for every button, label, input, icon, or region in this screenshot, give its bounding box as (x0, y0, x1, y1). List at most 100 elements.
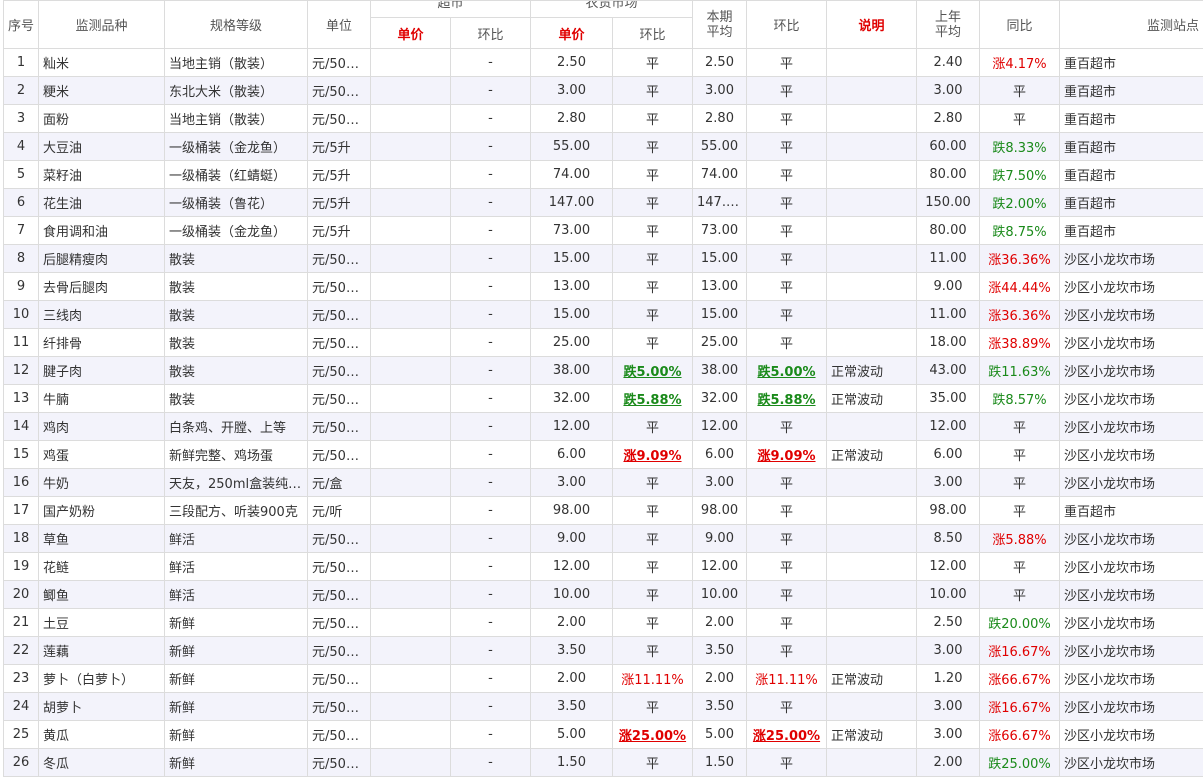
row-unit: 元/500克 (308, 245, 371, 273)
row-unit: 元/500克 (308, 77, 371, 105)
row-site: 沙区小龙坎市场 (1060, 609, 1203, 637)
row-site: 重百超市 (1060, 189, 1203, 217)
row-sm-mom: - (451, 217, 531, 245)
row-period-avg: 9.00 (693, 525, 747, 553)
table-row: 9去骨后腿肉散装元/500克-13.00平13.00平9.00涨44.44%沙区… (4, 273, 1203, 301)
row-unit: 元/500克 (308, 441, 371, 469)
row-spec: 新鲜 (165, 721, 308, 749)
row-item: 鲫鱼 (39, 581, 165, 609)
row-sm-price (371, 441, 451, 469)
header-sm-price: 单价 (371, 18, 451, 49)
row-period-avg: 3.50 (693, 637, 747, 665)
header-item: 监测品种 (39, 1, 165, 49)
row-sm-mom: - (451, 665, 531, 693)
row-spec: 一级桶装（金龙鱼） (165, 133, 308, 161)
row-last-year-avg: 18.00 (917, 329, 980, 357)
row-site: 重百超市 (1060, 217, 1203, 245)
table-row: 10三线肉散装元/500克-15.00平15.00平11.00涨36.36%沙区… (4, 301, 1203, 329)
row-item: 腱子肉 (39, 357, 165, 385)
row-fm-price: 2.50 (531, 49, 613, 77)
row-yoy: 涨5.88% (980, 525, 1060, 553)
row-mom: 平 (747, 497, 827, 525)
row-site: 沙区小龙坎市场 (1060, 581, 1203, 609)
row-site: 沙区小龙坎市场 (1060, 357, 1203, 385)
row-mom: 平 (747, 245, 827, 273)
row-fm-mom: 平 (613, 133, 693, 161)
row-last-year-avg: 2.00 (917, 749, 980, 777)
row-sm-price (371, 609, 451, 637)
header-last-year-avg: 上年 平均 (917, 1, 980, 49)
row-yoy: 涨16.67% (980, 693, 1060, 721)
row-seq: 8 (4, 245, 39, 273)
row-note (827, 497, 917, 525)
row-period-avg: 55.00 (693, 133, 747, 161)
row-yoy: 涨38.89% (980, 329, 1060, 357)
row-unit: 元/500克 (308, 301, 371, 329)
header-unit: 单位 (308, 1, 371, 49)
row-note: 正常波动 (827, 721, 917, 749)
table-row: 12腱子肉散装元/500克-38.00跌5.00%38.00跌5.00%正常波动… (4, 357, 1203, 385)
row-fm-price: 9.00 (531, 525, 613, 553)
row-site: 沙区小龙坎市场 (1060, 637, 1203, 665)
table-row: 23萝卜（白萝卜）新鲜元/500克-2.00涨11.11%2.00涨11.11%… (4, 665, 1203, 693)
row-site: 沙区小龙坎市场 (1060, 721, 1203, 749)
row-site: 沙区小龙坎市场 (1060, 693, 1203, 721)
row-site: 重百超市 (1060, 77, 1203, 105)
row-fm-price: 38.00 (531, 357, 613, 385)
row-unit: 元/500克 (308, 273, 371, 301)
row-fm-price: 3.00 (531, 469, 613, 497)
row-seq: 10 (4, 301, 39, 329)
row-note: 正常波动 (827, 357, 917, 385)
row-spec: 新鲜 (165, 637, 308, 665)
header-supermarket: 超市 (371, 1, 531, 18)
row-note (827, 49, 917, 77)
row-sm-price (371, 749, 451, 777)
row-last-year-avg: 35.00 (917, 385, 980, 413)
table-row: 26冬瓜新鲜元/500克-1.50平1.50平2.00跌25.00%沙区小龙坎市… (4, 749, 1203, 777)
row-item: 菜籽油 (39, 161, 165, 189)
row-last-year-avg: 3.00 (917, 693, 980, 721)
row-yoy: 涨16.67% (980, 637, 1060, 665)
row-note (827, 133, 917, 161)
row-sm-mom: - (451, 721, 531, 749)
row-fm-mom: 跌5.88% (613, 385, 693, 413)
row-seq: 13 (4, 385, 39, 413)
table-row: 8后腿精瘦肉散装元/500克-15.00平15.00平11.00涨36.36%沙… (4, 245, 1203, 273)
table-row: 16牛奶天友，250ml盒装纯牛...元/盒-3.00平3.00平3.00平沙区… (4, 469, 1203, 497)
row-note (827, 553, 917, 581)
row-mom: 跌5.00% (747, 357, 827, 385)
row-mom: 平 (747, 525, 827, 553)
row-item: 草鱼 (39, 525, 165, 553)
row-sm-price (371, 497, 451, 525)
row-note (827, 105, 917, 133)
row-yoy: 跌2.00% (980, 189, 1060, 217)
row-last-year-avg: 2.80 (917, 105, 980, 133)
row-mom: 平 (747, 273, 827, 301)
row-spec: 东北大米（散装） (165, 77, 308, 105)
row-fm-mom: 平 (613, 245, 693, 273)
row-yoy: 跌20.00% (980, 609, 1060, 637)
row-seq: 1 (4, 49, 39, 77)
row-site: 沙区小龙坎市场 (1060, 273, 1203, 301)
row-site: 重百超市 (1060, 49, 1203, 77)
row-spec: 三段配方、听装900克 (165, 497, 308, 525)
row-last-year-avg: 9.00 (917, 273, 980, 301)
header-yoy: 同比 (980, 1, 1060, 49)
row-seq: 9 (4, 273, 39, 301)
row-sm-mom: - (451, 469, 531, 497)
row-site: 沙区小龙坎市场 (1060, 385, 1203, 413)
row-sm-mom: - (451, 749, 531, 777)
row-unit: 元/500克 (308, 609, 371, 637)
row-period-avg: 6.00 (693, 441, 747, 469)
row-spec: 散装 (165, 273, 308, 301)
row-sm-price (371, 665, 451, 693)
row-mom: 平 (747, 49, 827, 77)
row-sm-price (371, 133, 451, 161)
row-seq: 11 (4, 329, 39, 357)
row-sm-mom: - (451, 581, 531, 609)
row-mom: 平 (747, 749, 827, 777)
row-site: 重百超市 (1060, 105, 1203, 133)
row-yoy: 平 (980, 581, 1060, 609)
row-site: 沙区小龙坎市场 (1060, 469, 1203, 497)
row-sm-mom: - (451, 189, 531, 217)
